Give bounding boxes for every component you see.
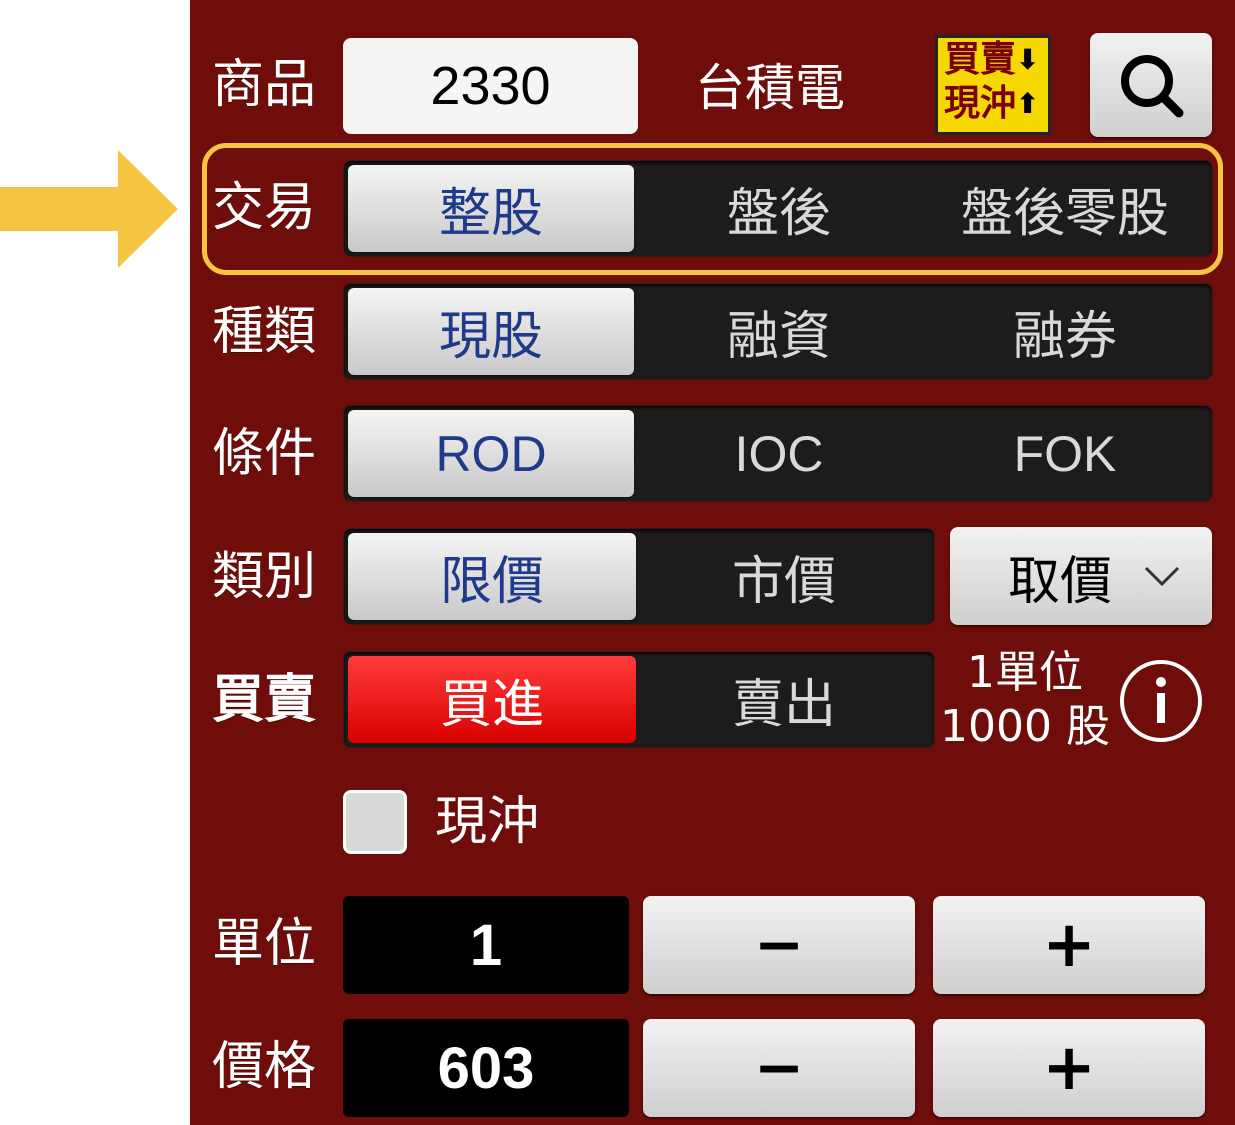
chevron-down-icon [1144, 566, 1180, 587]
side-segmented-control: 買進 賣出 [343, 651, 935, 748]
kind-option-margin[interactable]: 融資 [636, 284, 922, 379]
kind-option-cash[interactable]: 現股 [348, 288, 634, 375]
search-button[interactable] [1090, 33, 1212, 137]
up-arrow-icon: ⬆ [1016, 87, 1040, 120]
trade-segmented-control: 整股 盤後 盤後零股 [343, 160, 1213, 257]
badge-line1: 買賣 [944, 39, 1017, 80]
product-name: 台積電 [695, 59, 845, 117]
condition-segmented-control: ROD IOC FOK [343, 405, 1213, 502]
unit-info-line2: 1000 股 [940, 701, 1110, 752]
price-decrease-button[interactable]: − [643, 1019, 915, 1117]
search-icon [1121, 55, 1184, 118]
side-label: 買賣 [212, 670, 317, 730]
category-option-market[interactable]: 市價 [638, 529, 930, 624]
price-increase-button[interactable]: + [933, 1019, 1205, 1117]
info-button[interactable] [1118, 658, 1204, 744]
unit-info: 1單位 1000 股 [935, 646, 1115, 756]
price-input[interactable]: 603 [343, 1019, 629, 1117]
day-trade-mode-badge[interactable]: 買賣 ⬇ 現沖 ⬆ [935, 35, 1051, 135]
unit-increase-button[interactable]: + [933, 896, 1205, 994]
product-code-value: 2330 [430, 56, 551, 116]
product-code-input[interactable]: 2330 [343, 38, 638, 134]
minus-icon: − [753, 1033, 805, 1103]
condition-option-rod[interactable]: ROD [348, 410, 634, 497]
unit-quantity-value: 1 [469, 912, 503, 978]
kind-option-short[interactable]: 融券 [922, 284, 1208, 379]
price-source-dropdown[interactable]: 取價 [950, 527, 1212, 625]
minus-icon: − [753, 910, 805, 980]
day-trade-checkbox[interactable] [343, 790, 407, 854]
unit-info-line1: 1單位 [967, 647, 1083, 698]
price-value: 603 [437, 1035, 535, 1101]
condition-label: 條件 [212, 424, 317, 484]
trade-option-regular[interactable]: 整股 [348, 165, 634, 252]
product-label: 商品 [212, 55, 317, 115]
plus-icon: + [1042, 908, 1096, 982]
unit-quantity-input[interactable]: 1 [343, 896, 629, 994]
condition-option-ioc[interactable]: IOC [636, 406, 922, 501]
down-arrow-icon: ⬇ [1016, 43, 1040, 76]
day-trade-label: 現沖 [435, 792, 540, 852]
unit-label: 單位 [212, 914, 317, 974]
info-icon [1120, 660, 1202, 742]
kind-label: 種類 [212, 302, 317, 362]
unit-decrease-button[interactable]: − [643, 896, 915, 994]
price-label: 價格 [212, 1037, 317, 1097]
trade-option-after-hours-odd-lot[interactable]: 盤後零股 [922, 161, 1208, 256]
trade-label: 交易 [212, 178, 317, 238]
category-option-limit[interactable]: 限價 [348, 533, 636, 620]
plus-icon: + [1042, 1031, 1096, 1105]
condition-option-fok[interactable]: FOK [922, 406, 1208, 501]
badge-line2: 現沖 [944, 83, 1017, 124]
trade-option-after-hours[interactable]: 盤後 [636, 161, 922, 256]
order-panel: 商品 2330 台積電 買賣 ⬇ 現沖 ⬆ 交易 整股 盤後 盤後零股 種類 現… [190, 0, 1235, 1125]
category-segmented-control: 限價 市價 [343, 528, 935, 625]
pointer-arrow-icon [0, 150, 178, 268]
side-option-sell[interactable]: 賣出 [638, 652, 930, 747]
kind-segmented-control: 現股 融資 融券 [343, 283, 1213, 380]
price-source-label: 取價 [1008, 551, 1113, 612]
category-label: 類別 [212, 547, 317, 607]
side-option-buy[interactable]: 買進 [348, 656, 636, 743]
